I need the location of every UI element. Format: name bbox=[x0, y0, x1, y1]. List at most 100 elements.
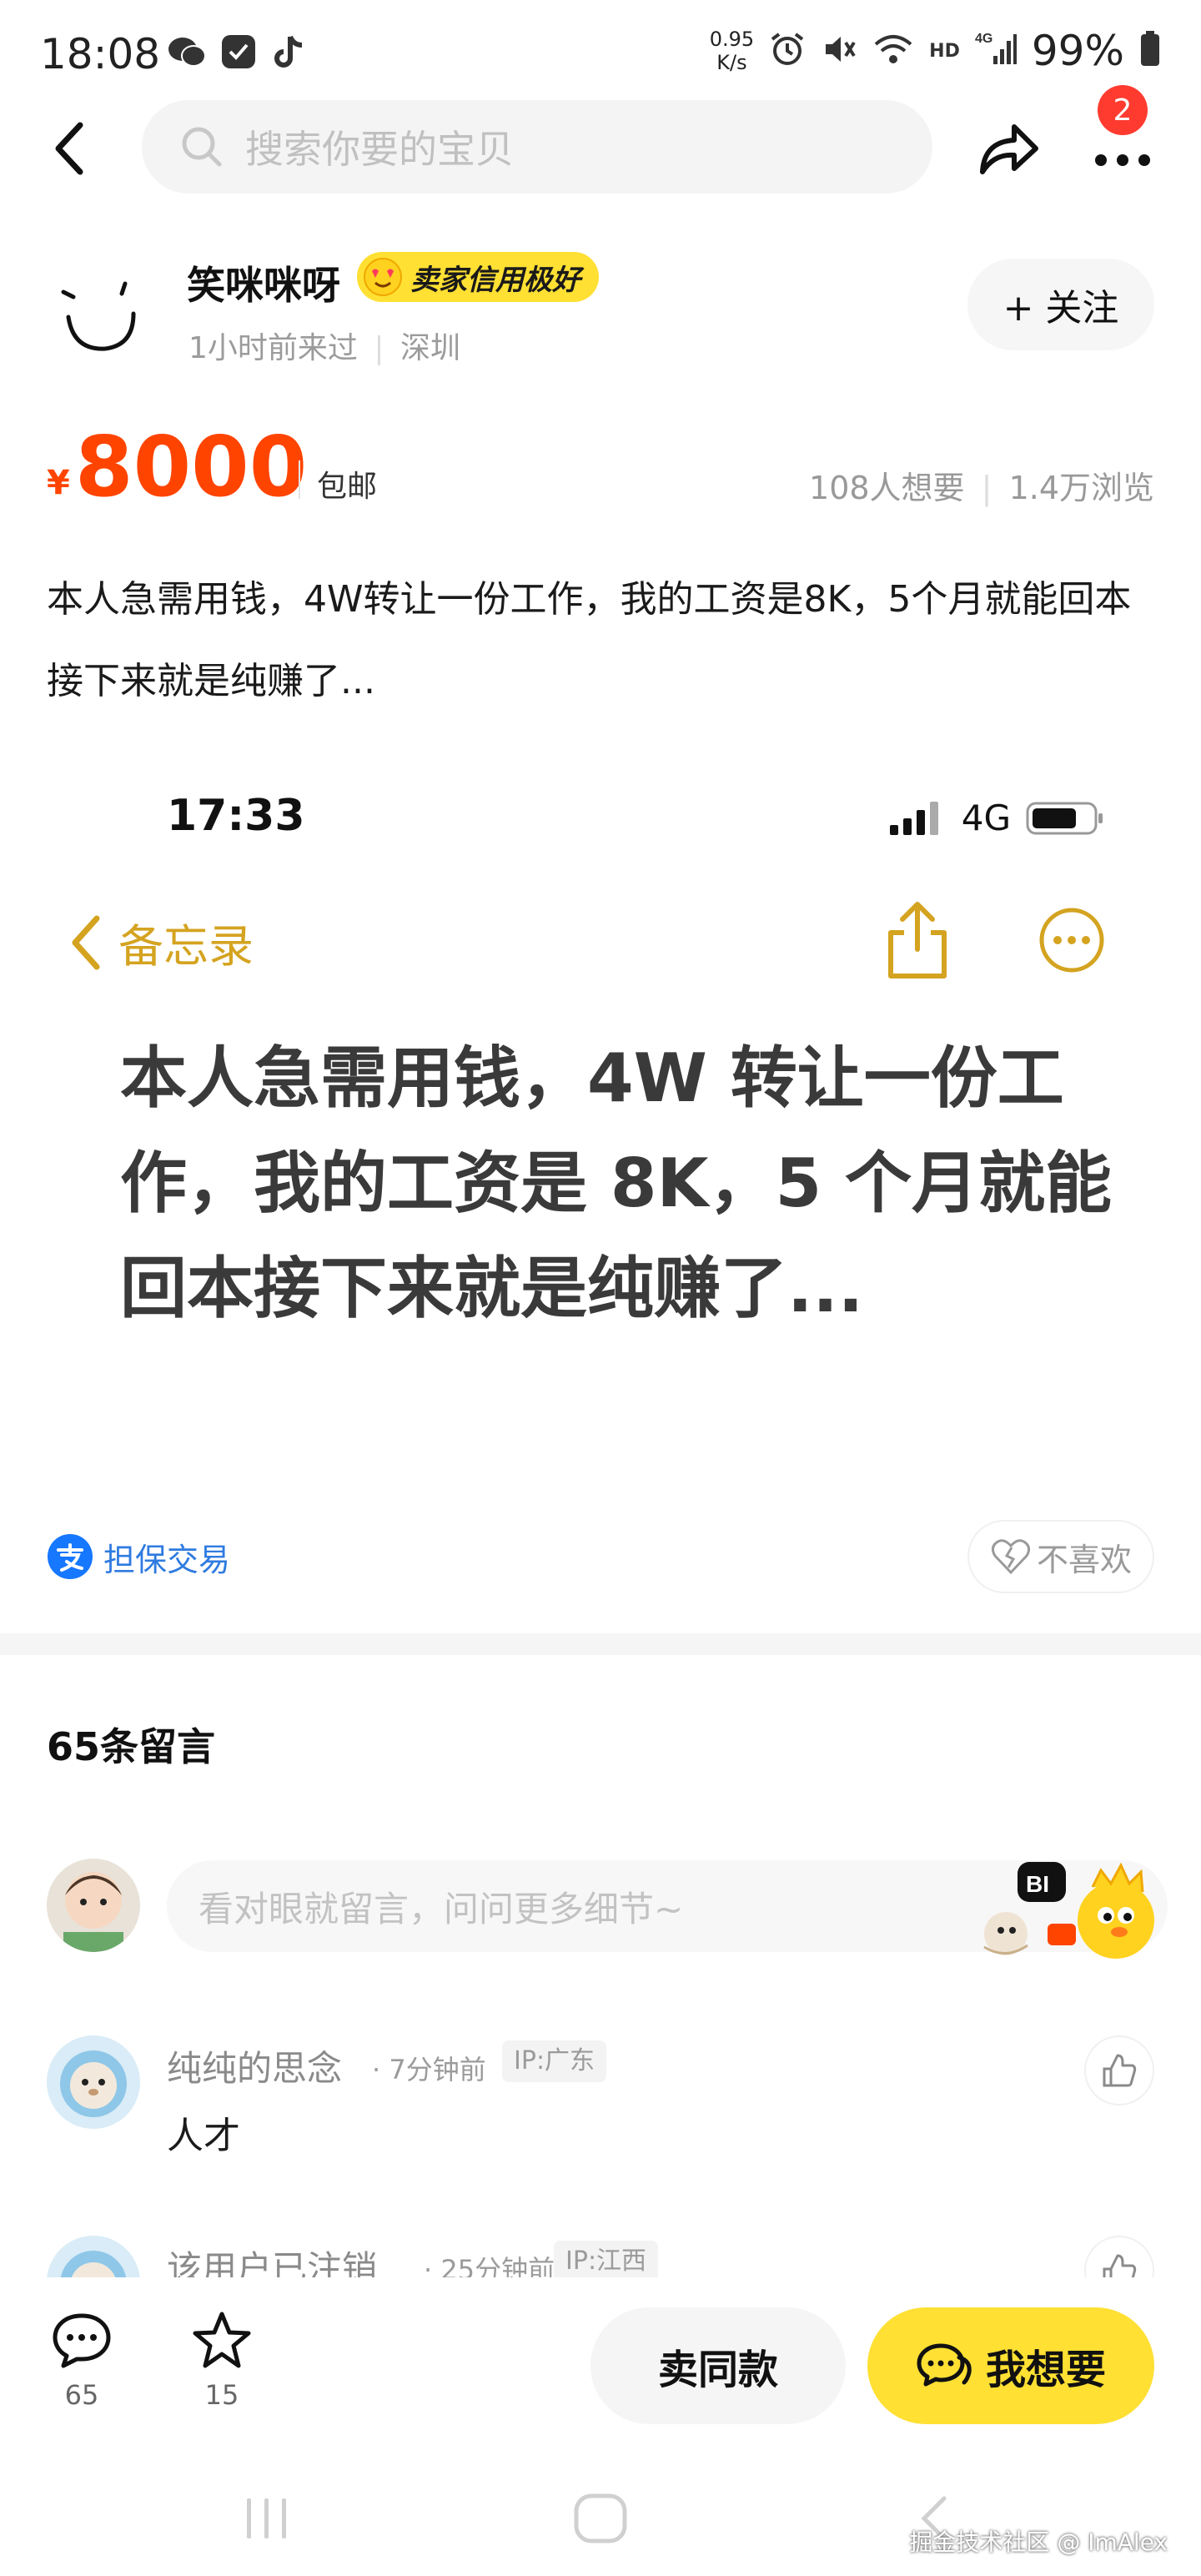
broken-heart-icon bbox=[991, 1539, 1031, 1575]
battery-icon bbox=[1139, 31, 1161, 71]
comment-button[interactable]: 65 bbox=[40, 2311, 123, 2411]
notes-back-button: 备忘录 bbox=[68, 909, 254, 975]
comment-text: 人才 bbox=[167, 2115, 240, 2157]
comment-like-button[interactable] bbox=[1084, 2035, 1154, 2106]
commenter-name[interactable]: 该用户已注销 bbox=[167, 2241, 377, 2277]
view-count: 1.4万浏览 bbox=[1008, 470, 1154, 506]
guarantee-trade[interactable]: 担保交易 bbox=[47, 1533, 230, 1580]
comments-title: 65条留言 bbox=[47, 1724, 216, 1769]
guarantee-row: 担保交易 不喜欢 bbox=[0, 1518, 1201, 1598]
want-label: 我想要 bbox=[985, 2347, 1106, 2393]
notes-share-icon bbox=[881, 901, 954, 981]
net-speed: 0.95 K/s bbox=[710, 28, 754, 74]
system-nav-bar: 掘金技术社区 @ ImAlex bbox=[0, 2453, 1201, 2576]
currency-symbol: ¥ bbox=[47, 464, 70, 502]
mascot-illustration: BI bbox=[967, 1845, 1168, 1962]
top-nav: 搜索你要的宝贝 2 bbox=[0, 85, 1201, 197]
search-icon bbox=[182, 127, 222, 167]
notes-back-label: 备忘录 bbox=[118, 920, 254, 973]
image-network-label: 4G bbox=[961, 797, 1011, 838]
battery-percent: 99% bbox=[1031, 27, 1124, 75]
seller-name[interactable]: 笑咪咪呀 bbox=[187, 255, 340, 310]
wifi-icon bbox=[872, 31, 914, 71]
thumbs-up-icon bbox=[1103, 2054, 1137, 2087]
comment-item: 纯纯的思念 · 7分钟前 IP:广东 人才 bbox=[0, 2035, 1201, 2169]
image-battery-icon bbox=[1026, 802, 1103, 834]
listing-description: 本人急需用钱，4W转让一份工作，我的工资是8K，5个月就能回本接下来就是纯赚了.… bbox=[47, 578, 1132, 702]
image-status-icons: 4G bbox=[888, 797, 1104, 838]
status-system-icons: 0.95 K/s HD 4G 99% bbox=[710, 27, 1161, 75]
alarm-icon bbox=[769, 31, 806, 71]
dislike-button[interactable]: 不喜欢 bbox=[967, 1520, 1154, 1593]
alipay-icon bbox=[48, 1534, 93, 1579]
dislike-label: 不喜欢 bbox=[1036, 1541, 1132, 1578]
status-notification-icons bbox=[167, 33, 310, 70]
section-divider bbox=[0, 1633, 1201, 1655]
credit-badge-label: 卖家信用极好 bbox=[410, 263, 580, 297]
back-arrow-icon bbox=[55, 122, 83, 175]
image-signal-icon bbox=[889, 801, 938, 835]
tiktok-icon bbox=[270, 33, 310, 70]
credit-badge: 卖家信用极好 bbox=[357, 252, 599, 302]
back-button[interactable] bbox=[43, 118, 102, 179]
comment-bubble-icon bbox=[53, 2313, 111, 2368]
hd-label: HD bbox=[929, 40, 960, 62]
comment-like-button[interactable] bbox=[1084, 2236, 1154, 2277]
price-divider bbox=[299, 460, 300, 499]
price: 8000 bbox=[75, 418, 308, 516]
comment-input-row: 看对眼就留言，问问更多细节~ BI bbox=[0, 1854, 1201, 1959]
price-row: ¥ 8000 包邮 108人想要 | 1.4万浏览 bbox=[0, 417, 1201, 517]
comment-ip: IP:广东 bbox=[502, 2040, 607, 2082]
chat-bubble-icon bbox=[917, 2343, 972, 2387]
recents-icon bbox=[247, 2498, 286, 2538]
net-speed-unit: K/s bbox=[716, 51, 747, 74]
want-count: 108人想要 bbox=[809, 470, 965, 506]
notification-badge: 2 bbox=[1098, 85, 1148, 135]
seller-avatar[interactable] bbox=[47, 259, 147, 359]
comment-time: · 7分钟前 bbox=[372, 2054, 486, 2085]
shipping-label: 包邮 bbox=[317, 470, 378, 504]
recent-apps-button[interactable] bbox=[234, 2489, 300, 2548]
home-button[interactable] bbox=[567, 2489, 634, 2548]
search-bar[interactable]: 搜索你要的宝贝 bbox=[142, 100, 932, 194]
last-seen: 1小时前来过 bbox=[188, 331, 358, 365]
follow-button[interactable]: + 关注 bbox=[967, 259, 1154, 350]
commenter-name[interactable]: 纯纯的思念 bbox=[167, 2040, 342, 2091]
comment-input-placeholder: 看对眼就留言，问问更多细节~ bbox=[198, 1888, 684, 1929]
stats-divider: | bbox=[981, 470, 992, 506]
image-status-time: 17:33 bbox=[167, 791, 305, 841]
star-icon bbox=[193, 2312, 251, 2368]
search-placeholder: 搜索你要的宝贝 bbox=[245, 127, 514, 172]
guarantee-label: 担保交易 bbox=[103, 1541, 231, 1578]
sell-same-button[interactable]: 卖同款 bbox=[590, 2307, 846, 2424]
comment-ip: IP:江西 bbox=[554, 2241, 659, 2277]
comment-count: 65 bbox=[64, 2379, 99, 2411]
comment-time: · 25分钟前 bbox=[424, 2254, 555, 2277]
svg-text:BI: BI bbox=[1026, 1871, 1049, 1897]
share-button[interactable] bbox=[976, 117, 1043, 180]
notes-body-text: 本人急需用钱，4W 转让一份工作，我的工资是 8K，5 个月就能回本接下来就是纯… bbox=[120, 1039, 1113, 1327]
app-notification-icon bbox=[219, 33, 259, 70]
network-label: 4G bbox=[975, 32, 992, 46]
thumbs-up-icon bbox=[1103, 2254, 1137, 2277]
notes-chevron-left-icon bbox=[72, 915, 100, 969]
commenter-avatar[interactable] bbox=[47, 2236, 140, 2277]
notes-more-icon bbox=[1038, 906, 1106, 974]
favorite-count: 15 bbox=[204, 2379, 239, 2411]
want-button[interactable]: 我想要 bbox=[867, 2307, 1154, 2424]
seller-location: 深圳 bbox=[399, 331, 460, 365]
heart-eyes-emoji-icon bbox=[364, 258, 402, 296]
seller-info: 笑咪咪呀 卖家信用极好 1小时前来过 | 深圳 + 关注 bbox=[0, 242, 1201, 375]
meta-divider: | bbox=[374, 331, 384, 365]
commenter-avatar[interactable] bbox=[47, 2035, 140, 2129]
status-bar: 18:08 0.95 K/s HD 4G 99% bbox=[0, 0, 1201, 100]
favorite-button[interactable]: 15 bbox=[180, 2311, 264, 2411]
home-icon bbox=[574, 2493, 627, 2543]
listing-stats: 108人想要 | 1.4万浏览 bbox=[809, 462, 1154, 508]
wechat-icon bbox=[167, 33, 207, 70]
product-image[interactable]: 17:33 4G 备忘录 本人急需用钱，4W 转让一份工作，我的工资是 8K，5… bbox=[47, 751, 1156, 1485]
cell-signal-icon: 4G bbox=[975, 31, 1017, 71]
watermark: 掘金技术社区 @ ImAlex bbox=[909, 2528, 1168, 2556]
bottom-action-bar: 65 15 卖同款 我想要 bbox=[0, 2277, 1201, 2436]
status-time: 18:08 bbox=[40, 30, 161, 78]
